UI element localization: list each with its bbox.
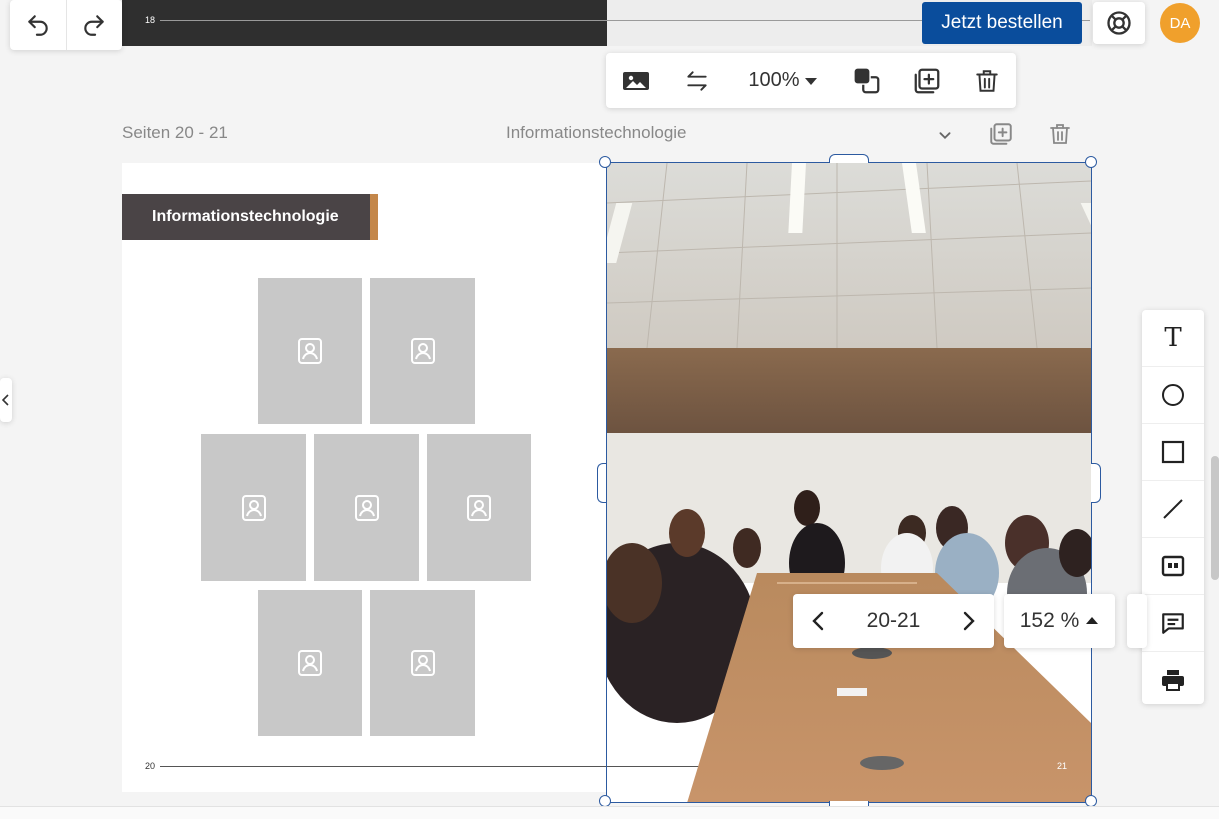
redo-icon [84,15,104,36]
lifebuoy-icon [1107,11,1131,35]
replace-image-button[interactable] [606,53,666,108]
image-zoom-select[interactable]: 100% [728,53,838,108]
photo-placeholder-icon [354,494,379,521]
square-icon [1161,440,1185,464]
tool-palette: T [1142,310,1204,704]
photo-placeholder[interactable] [314,434,419,581]
image-zoom-value: 100% [748,69,800,91]
photo-placeholder[interactable] [370,590,475,736]
bottom-bar [0,806,1219,819]
photo-placeholder-icon [410,338,435,364]
comment-tool[interactable] [1142,594,1204,651]
line-tool[interactable] [1142,480,1204,537]
swap-image-button[interactable] [666,53,728,108]
image-icon [623,71,649,90]
delete-image-button[interactable] [958,53,1016,108]
previous-page-number: 18 [145,15,156,25]
circle-tool[interactable] [1142,366,1204,423]
circle-icon [1162,384,1184,406]
redo-button[interactable] [65,0,123,50]
photo-placeholder-icon [410,650,435,676]
caret-down-icon [804,77,817,85]
text-tool[interactable]: T [1142,310,1204,366]
resize-handle-top[interactable] [829,154,869,163]
next-page-button[interactable] [944,594,994,648]
photo-placeholder[interactable] [427,434,531,581]
text-tool-icon: T [1164,323,1182,353]
add-layer-icon [914,68,940,93]
trash-icon [976,69,998,92]
photo-placeholder[interactable] [370,278,475,424]
chevron-right-icon [963,611,975,631]
page-navigator: 20-21 [793,594,994,648]
chevron-left-icon [2,394,9,406]
pages-label: Seiten 20 - 21 [122,123,228,142]
add-page-icon [990,123,1012,145]
left-page-number: 20 [145,761,156,771]
photo-placeholder-icon [241,494,266,521]
help-button[interactable] [1093,2,1145,44]
chapter-title: Informationstechnologie [506,123,687,142]
rectangle-tool[interactable] [1142,423,1204,480]
frame-tool[interactable] [1142,537,1204,594]
page-range: 20-21 [866,609,921,632]
frame-icon [1161,555,1185,577]
order-button[interactable]: Jetzt bestellen [922,2,1082,44]
resize-handle-top-left[interactable] [599,156,611,168]
photo-placeholder[interactable] [258,278,362,424]
print-tool[interactable] [1142,651,1204,708]
photo-placeholder[interactable] [201,434,306,581]
image-toolbar: 100% [606,53,1016,108]
undo-icon [28,15,48,36]
comment-icon [1162,613,1184,634]
section-banner[interactable]: Informationstechnologie [122,194,372,240]
photo-placeholder[interactable] [258,590,362,736]
line-icon [1163,499,1183,519]
section-banner-accent [370,194,378,240]
zoom-value: 152 % [1019,609,1080,632]
arrange-button[interactable] [838,53,896,108]
resize-handle-left[interactable] [597,463,606,503]
photo-placeholder-icon [298,338,322,364]
resize-handle-top-right[interactable] [1085,156,1097,168]
swap-icon [687,70,707,91]
chevron-down-icon [939,132,951,140]
add-page-button[interactable] [988,121,1014,147]
zoom-control[interactable]: 152 % [1004,594,1115,648]
collapsed-panel[interactable] [1127,594,1147,648]
add-layer-button[interactable] [896,53,958,108]
previous-spread-left [122,0,607,46]
photo-placeholder-icon [298,650,322,676]
undo-button[interactable] [10,0,66,50]
chevron-left-icon [812,611,824,631]
left-panel-toggle[interactable] [0,378,12,422]
photo-placeholder-icon [467,494,491,521]
chapter-dropdown[interactable] [934,124,956,146]
caret-up-icon [1086,617,1099,624]
resize-handle-right[interactable] [1091,463,1101,503]
printer-icon [1162,670,1184,691]
user-avatar[interactable]: DA [1160,3,1200,43]
history-controls [10,0,122,50]
arrange-icon [854,68,880,93]
trash-icon [1050,124,1070,144]
previous-page-button[interactable] [793,594,843,648]
image-selection-frame [606,162,1092,803]
scrollbar-thumb[interactable] [1211,456,1219,580]
delete-page-button[interactable] [1048,121,1074,147]
